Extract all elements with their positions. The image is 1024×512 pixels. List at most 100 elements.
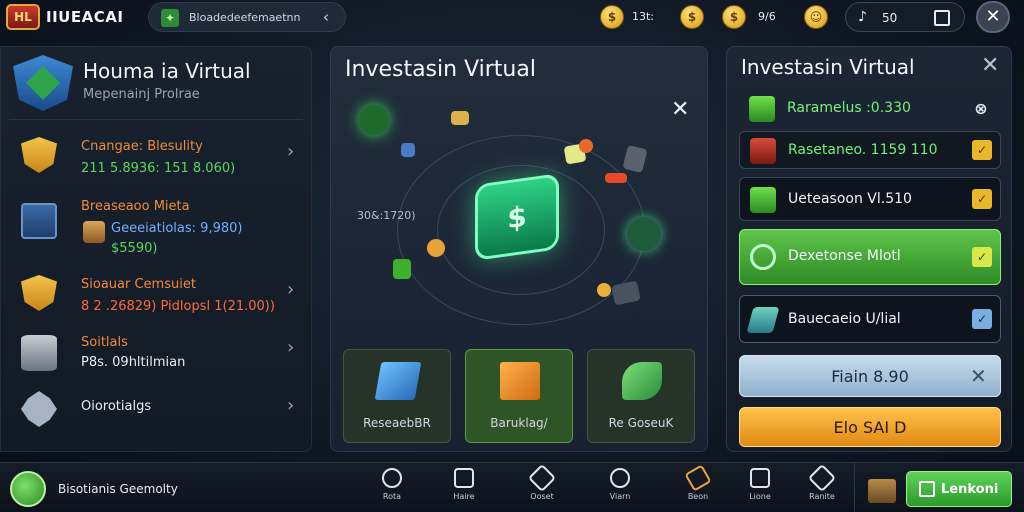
chevron-right-icon[interactable]: ›: [287, 279, 294, 300]
list-item[interactable]: Rasetaneo. 1159 110 ✓: [739, 131, 1001, 169]
left-panel-subtitle: Mepenainj Prolrae: [83, 87, 200, 102]
secondary-button[interactable]: Elo SAI D: [739, 407, 1001, 447]
checkbox[interactable]: ✓: [972, 140, 992, 160]
nav-diamond[interactable]: Ranite: [802, 463, 842, 508]
card-research[interactable]: ReseaebBR: [343, 349, 451, 443]
search-text: Bloadedeefemaetnn: [189, 11, 301, 24]
left-panel: Houma ia Virtual Mepenainj Prolrae Cnang…: [0, 46, 312, 452]
coin-icon: $: [600, 5, 624, 29]
currency-value-1: 13t:: [632, 10, 655, 23]
play-button-label: Lenkoni: [941, 482, 999, 497]
card-resource[interactable]: Re GoseuK: [587, 349, 695, 443]
tag-icon: [527, 463, 557, 493]
globe-icon: [382, 468, 402, 488]
username: Bisotianis Geemolty: [58, 482, 178, 496]
close-button[interactable]: ✕: [976, 1, 1010, 33]
checkbox[interactable]: ✓: [972, 309, 992, 329]
chevron-right-icon[interactable]: ›: [287, 337, 294, 358]
left-panel-title: Houma ia Virtual: [83, 59, 251, 83]
divider: [9, 119, 303, 120]
nav-label: Beon: [687, 492, 709, 501]
shield-icon: [21, 275, 57, 311]
chevron-right-icon[interactable]: ›: [287, 395, 294, 416]
row-stats-extra: $5590): [111, 241, 158, 256]
top-bar: HL IIUEACAI ✦ Bloadedeefemaetnn ‹ $ 13t:…: [0, 0, 1024, 36]
left-row-5[interactable]: Oiorotialgs ›: [1, 389, 313, 433]
chevron-left-icon[interactable]: ‹: [323, 8, 329, 26]
primary-button-label: Fiain 8.90: [831, 367, 909, 386]
list-item[interactable]: Bauecaeio U/lial ✓: [739, 295, 1001, 343]
bolt-icon: [597, 283, 611, 297]
row-name: Oiorotialgs: [81, 399, 152, 414]
gem-icon: [401, 143, 415, 157]
card-build[interactable]: Baruklag/: [465, 349, 573, 443]
item-label: Bauecaeio U/lial: [788, 311, 901, 327]
coin-icon: $: [722, 5, 746, 29]
scroll-icon: [374, 362, 422, 400]
nav-document[interactable]: Haire: [444, 468, 484, 508]
nav-globe[interactable]: Rota: [372, 468, 412, 508]
sound-control[interactable]: ♪ 50: [845, 2, 965, 32]
window-icon[interactable]: [934, 10, 950, 26]
sound-value: 50: [882, 11, 898, 25]
chevron-right-icon[interactable]: ›: [287, 141, 294, 162]
item-label: Ueteasoon Vl.510: [788, 191, 912, 207]
currency-value-2: 9/6: [758, 10, 776, 23]
nav-search[interactable]: Viarn: [600, 468, 640, 508]
chest-icon[interactable]: [868, 479, 896, 503]
list-item[interactable]: Raramelus :0.330 ⊗: [739, 91, 1001, 127]
app-title: IIUEACAI: [46, 8, 124, 26]
close-icon[interactable]: ✕: [671, 97, 689, 122]
center-panel-title: Investasin Virtual: [345, 57, 536, 82]
nav-ticket[interactable]: Beon: [678, 464, 718, 508]
smiley-coin-icon: ☺: [804, 5, 828, 29]
cube-icon: [749, 96, 775, 122]
puzzle-icon: [21, 391, 57, 427]
tile-icon: [746, 307, 780, 333]
right-panel-title: Investasin Virtual: [741, 55, 915, 79]
coin-icon: $: [680, 5, 704, 29]
nav-tag[interactable]: Ooset: [522, 463, 562, 508]
cart-icon: [750, 468, 770, 488]
close-icon[interactable]: ✕: [970, 364, 987, 388]
avatar[interactable]: [10, 471, 46, 507]
row-name: Sioauar Cemsuiet: [81, 277, 196, 292]
treasure-icon: [83, 221, 105, 243]
nav-cart[interactable]: Lione: [740, 468, 780, 508]
nav-label: Ooset: [530, 492, 554, 501]
row-stats: Geeeiatiolas: 9,980): [111, 221, 243, 236]
nav-label: Rota: [382, 492, 402, 501]
checkbox[interactable]: ✓: [972, 247, 992, 267]
item-label: Dexetonse Mlotl: [788, 248, 901, 264]
box-icon: [21, 203, 57, 239]
left-row-1[interactable]: Cnangae: Blesulity 211 5.8936: 151 8.060…: [1, 133, 313, 183]
row-stats: 8 2 .26829) Pidlopsl 1(21.00)): [81, 299, 275, 314]
primary-button[interactable]: Fiain 8.90 ✕: [739, 355, 1001, 397]
search-icon: [610, 468, 630, 488]
play-button[interactable]: Lenkoni: [906, 471, 1012, 507]
hub-cube-icon[interactable]: $: [475, 173, 559, 261]
settings-icon[interactable]: ⊗: [971, 99, 991, 119]
leaf-icon: ✦: [161, 9, 179, 27]
cube-icon: [750, 187, 776, 213]
left-row-2[interactable]: Breaseaoo Mieta Geeeiatiolas: 9,980) $55…: [1, 193, 313, 263]
green-block-icon: [393, 259, 411, 279]
top-search-pill[interactable]: ✦ Bloadedeefemaetnn ‹: [148, 2, 346, 32]
window-icon: [919, 481, 935, 497]
nav-label: Haire: [453, 492, 475, 501]
list-item[interactable]: Ueteasoon Vl.510 ✓: [739, 177, 1001, 221]
center-panel: Investasin Virtual ✕ $ 30&:1720) Reseaeb…: [330, 46, 708, 452]
app-logo-icon[interactable]: HL: [6, 4, 40, 30]
left-row-3[interactable]: Sioauar Cemsuiet 8 2 .26829) Pidlopsl 1(…: [1, 271, 313, 321]
fire-icon: [579, 139, 593, 153]
right-panel: Investasin Virtual ✕ Raramelus :0.330 ⊗ …: [726, 46, 1012, 452]
card-icon: [622, 144, 648, 174]
item-label: Raramelus :0.330: [787, 100, 911, 116]
checkbox[interactable]: ✓: [972, 189, 992, 209]
left-row-4[interactable]: Soitlals P8s. 09hltilmian ›: [1, 331, 313, 381]
list-item-selected[interactable]: Dexetonse Mlotl ✓: [739, 229, 1001, 285]
row-stats: 211 5.8936: 151 8.060): [81, 161, 236, 176]
close-icon[interactable]: ✕: [981, 53, 999, 78]
shield-icon: [21, 137, 57, 173]
crest-icon: [13, 55, 73, 111]
